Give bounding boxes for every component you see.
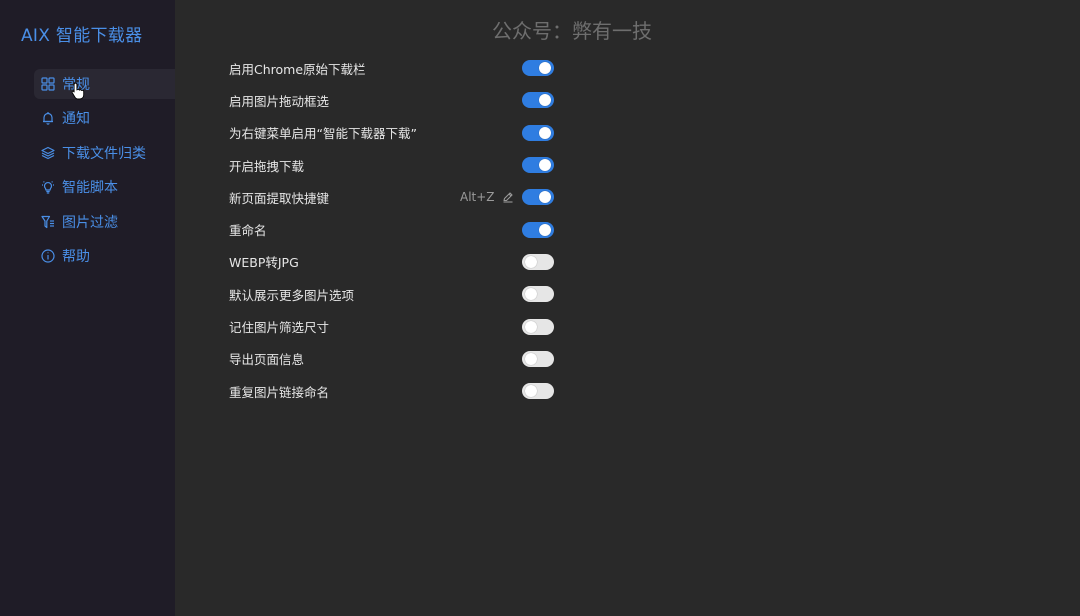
setting-row: 记住图片筛选尺寸 <box>229 310 559 342</box>
toggle-switch[interactable] <box>522 92 554 109</box>
setting-row: 开启拖拽下载 <box>229 149 559 181</box>
setting-label: 新页面提取快捷键 <box>229 190 330 206</box>
setting-row: 导出页面信息 <box>229 343 559 375</box>
toggle-switch[interactable] <box>522 253 554 270</box>
setting-label: 为右键菜单启用“智能下载器下载” <box>229 126 417 142</box>
sidebar-nav: 常规 通知 下载文件归类 <box>34 69 175 275</box>
toggle-switch[interactable] <box>522 383 554 400</box>
toggle-knob <box>525 288 537 301</box>
toggle-knob <box>525 255 537 268</box>
sidebar-item-general[interactable]: 常规 <box>34 69 175 99</box>
setting-label: 启用Chrome原始下载栏 <box>229 61 366 77</box>
sidebar: AIX 智能下载器 常规 通知 <box>0 0 175 616</box>
shortcut-key-text: Alt+Z <box>460 190 495 205</box>
toggle-switch[interactable] <box>522 157 554 174</box>
sidebar-item-image-filter[interactable]: 图片过滤 <box>34 207 175 237</box>
sidebar-item-label: 智能脚本 <box>62 180 118 197</box>
toggle-knob <box>539 62 551 75</box>
settings-list: 启用Chrome原始下载栏 启用图片拖动框选 为右键菜单启用“智能下载器下载” … <box>229 52 559 407</box>
setting-label: 开启拖拽下载 <box>229 158 305 174</box>
toggle-switch[interactable] <box>522 221 554 238</box>
setting-row: 启用图片拖动框选 <box>229 84 559 116</box>
bell-icon <box>41 111 55 126</box>
toggle-knob <box>539 223 551 236</box>
setting-label: 重复图片链接命名 <box>229 384 330 400</box>
toggle-knob <box>539 126 551 139</box>
sidebar-item-label: 下载文件归类 <box>62 145 146 162</box>
setting-row: 启用Chrome原始下载栏 <box>229 52 559 84</box>
toggle-switch[interactable] <box>522 318 554 335</box>
lightbulb-icon <box>41 180 55 194</box>
toggle-switch[interactable] <box>522 60 554 77</box>
setting-label: 重命名 <box>229 223 267 239</box>
toggle-switch[interactable] <box>522 189 554 206</box>
pencil-edit-icon[interactable] <box>502 191 514 203</box>
filter-icon <box>41 215 55 229</box>
toggle-knob <box>525 352 537 365</box>
setting-row: 默认展示更多图片选项 <box>229 278 559 310</box>
setting-label: 启用图片拖动框选 <box>229 93 330 109</box>
toggle-switch[interactable] <box>522 124 554 141</box>
sidebar-item-label: 帮助 <box>62 248 90 265</box>
watermark: 公众号：弊有一技 <box>492 19 652 43</box>
sidebar-item-label: 图片过滤 <box>62 214 118 231</box>
layers-icon <box>41 146 55 160</box>
toggle-knob <box>539 159 551 172</box>
info-icon <box>41 249 55 263</box>
setting-label: 记住图片筛选尺寸 <box>229 320 330 336</box>
toggle-switch[interactable] <box>522 350 554 367</box>
setting-label: 导出页面信息 <box>229 352 305 368</box>
sidebar-item-notifications[interactable]: 通知 <box>34 103 175 133</box>
toggle-knob <box>525 385 537 398</box>
setting-label: WEBP转JPG <box>229 255 299 271</box>
grid-icon <box>41 77 55 91</box>
setting-row: 为右键菜单启用“智能下载器下载” <box>229 117 559 149</box>
sidebar-item-smart-scripts[interactable]: 智能脚本 <box>34 172 175 202</box>
toggle-switch[interactable] <box>522 286 554 303</box>
toggle-knob <box>525 320 537 333</box>
setting-row: 重命名 <box>229 213 559 245</box>
sidebar-item-file-categories[interactable]: 下载文件归类 <box>34 138 175 168</box>
setting-row: WEBP转JPG <box>229 246 559 278</box>
sidebar-item-label: 通知 <box>62 111 90 128</box>
hand-cursor-icon <box>71 82 85 100</box>
setting-label: 默认展示更多图片选项 <box>229 287 355 303</box>
app-title: AIX 智能下载器 <box>21 26 143 46</box>
toggle-knob <box>539 191 551 204</box>
sidebar-item-help[interactable]: 帮助 <box>34 241 175 271</box>
setting-row: 新页面提取快捷键 Alt+Z <box>229 181 559 213</box>
setting-row: 重复图片链接命名 <box>229 375 559 407</box>
toggle-knob <box>539 94 551 107</box>
